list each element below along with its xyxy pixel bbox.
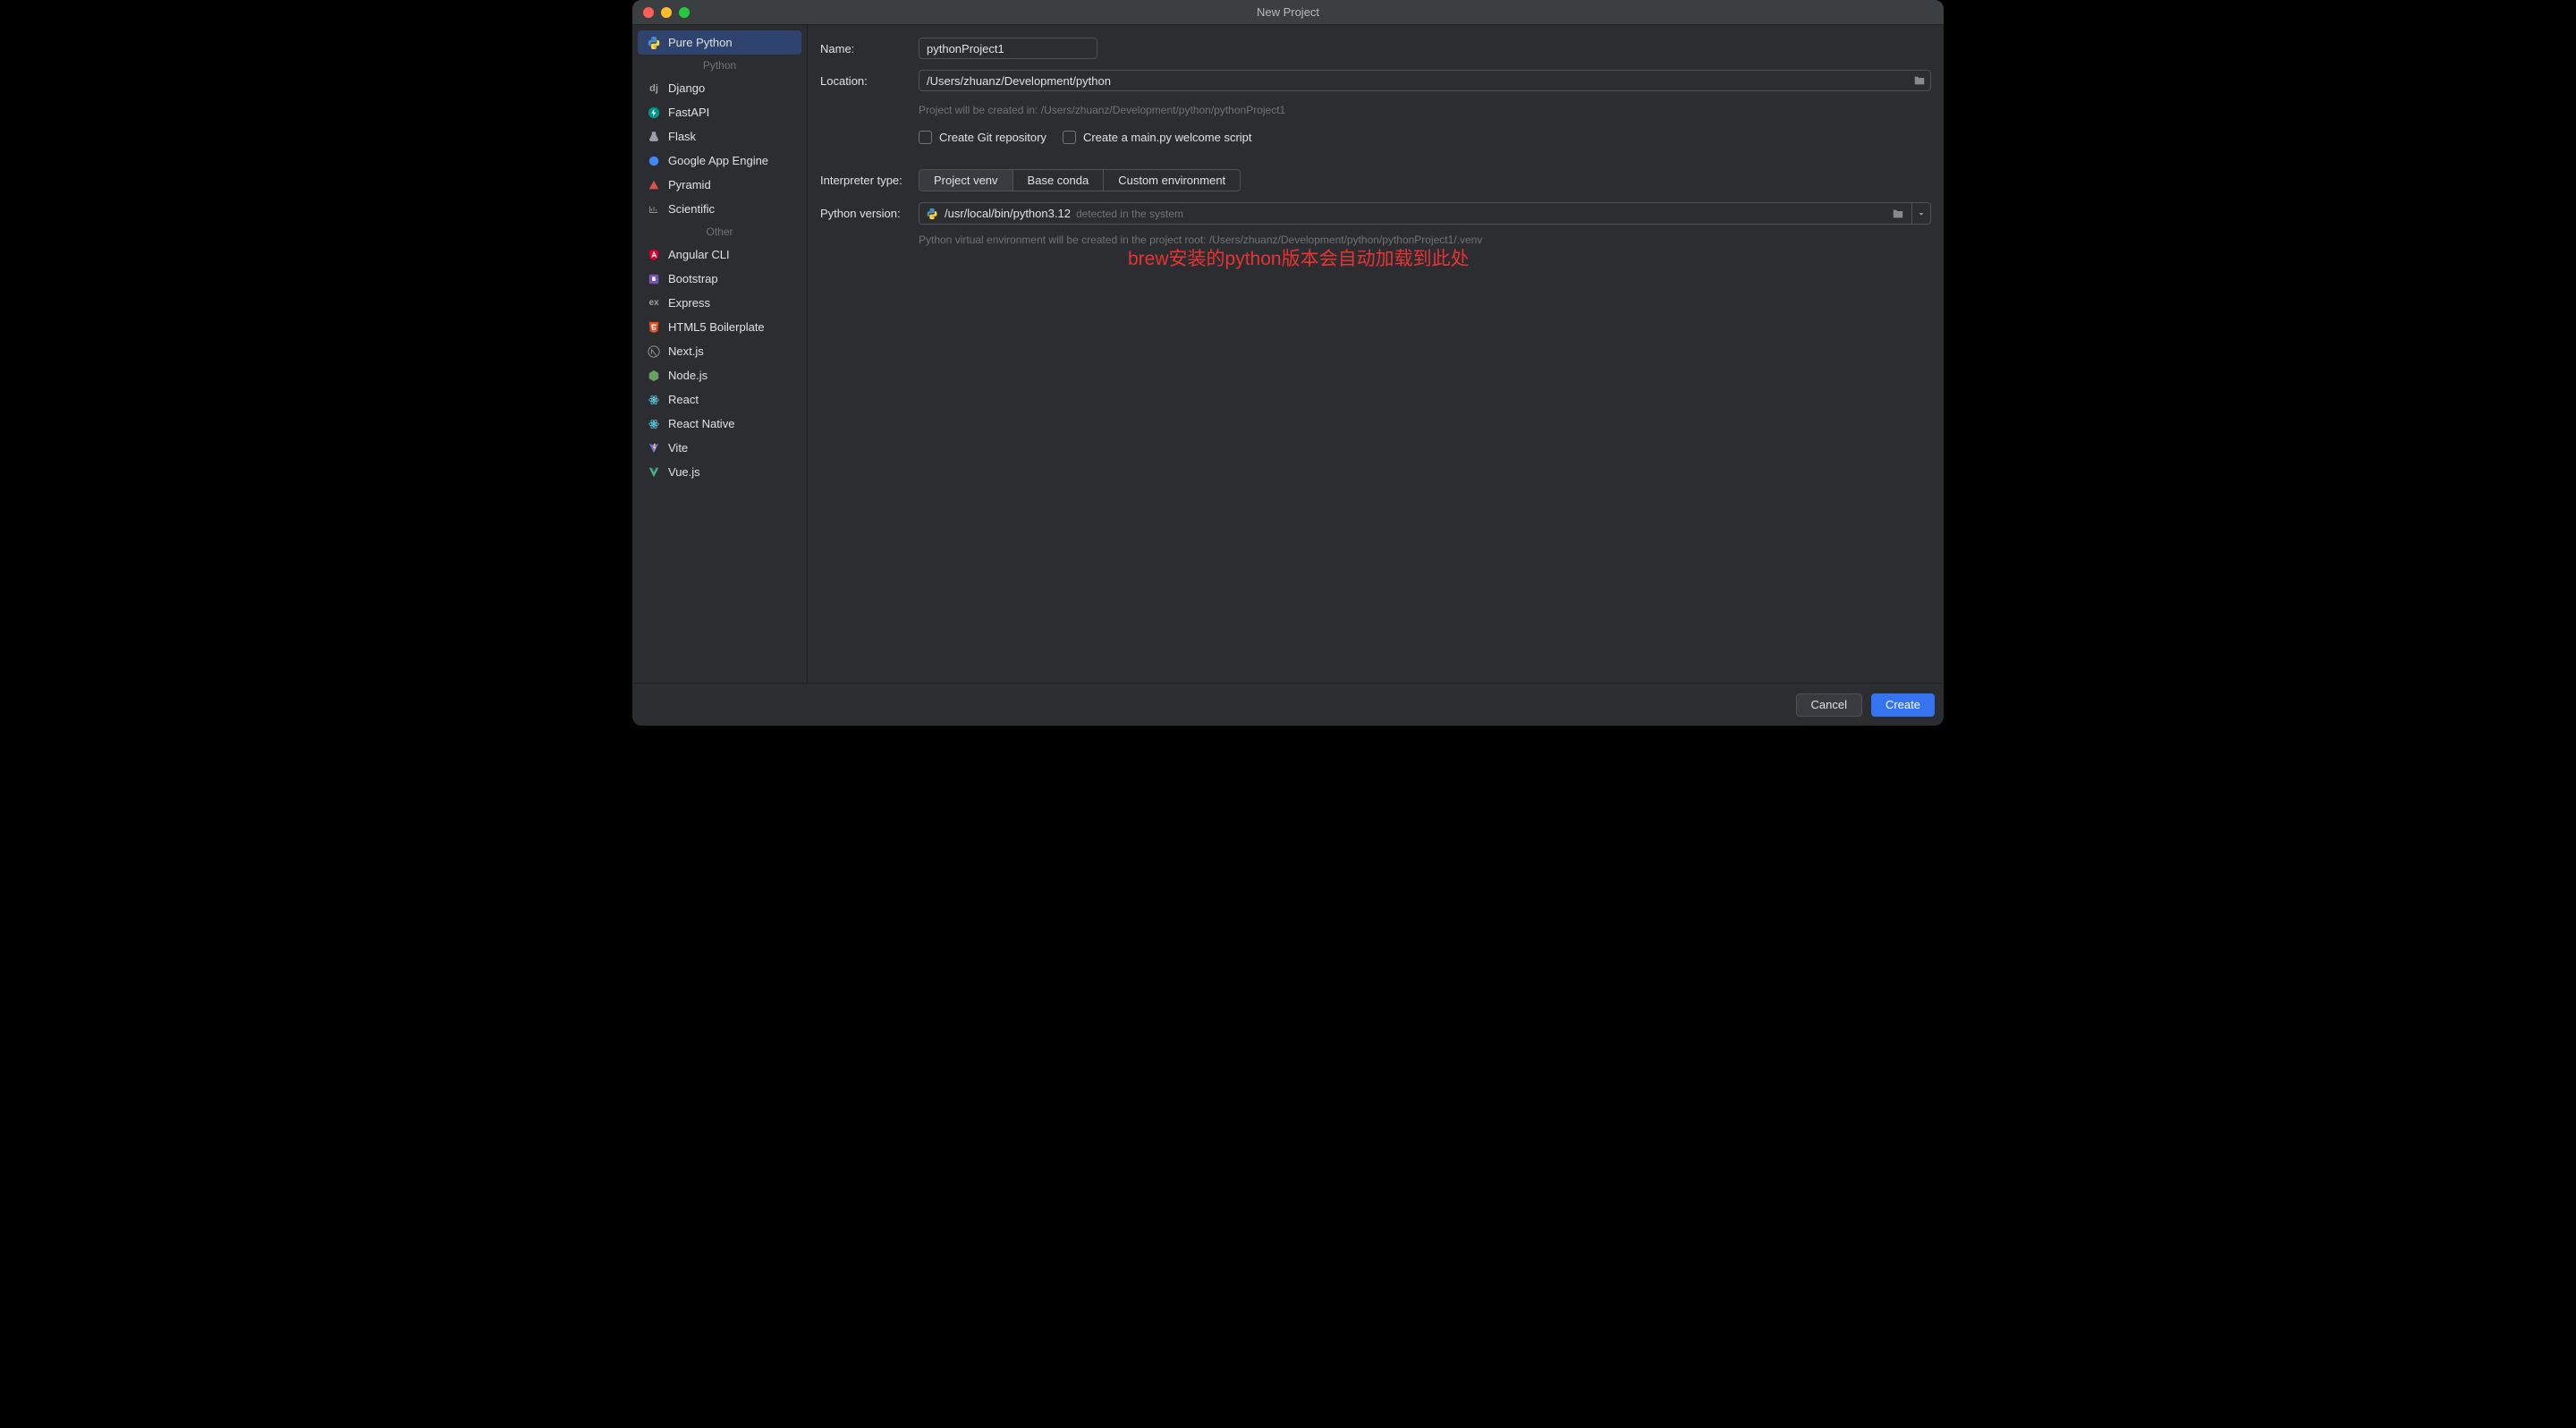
sidebar-item-nodejs[interactable]: Node.js [638, 363, 801, 387]
sidebar-item-label: Bootstrap [668, 272, 718, 285]
interpreter-label: Interpreter type: [820, 174, 919, 187]
window-title: New Project [632, 5, 1944, 19]
sidebar-item-label: FastAPI [668, 106, 709, 119]
dialog-body: Pure Python Python dj Django FastAPI Fla… [632, 25, 1944, 683]
flask-icon [647, 130, 661, 144]
sidebar-item-label: Django [668, 81, 705, 95]
sidebar-item-html5[interactable]: HTML5 Boilerplate [638, 315, 801, 339]
browse-location-button[interactable] [1911, 72, 1928, 89]
sidebar-item-bootstrap[interactable]: Bootstrap [638, 267, 801, 291]
git-checkbox-item[interactable]: Create Git repository [919, 131, 1046, 144]
sidebar-item-fastapi[interactable]: FastAPI [638, 100, 801, 124]
sidebar-item-react[interactable]: React [638, 387, 801, 412]
sidebar-item-vuejs[interactable]: Vue.js [638, 460, 801, 484]
sidebar-item-django[interactable]: dj Django [638, 76, 801, 100]
sidebar-header-python: Python [632, 55, 807, 76]
sidebar-item-label: HTML5 Boilerplate [668, 320, 765, 334]
gae-icon [647, 154, 661, 168]
sidebar-item-label: Vue.js [668, 465, 700, 479]
git-checkbox[interactable] [919, 131, 932, 144]
sidebar-item-react-native[interactable]: React Native [638, 412, 801, 436]
sidebar-item-angular[interactable]: Angular CLI [638, 242, 801, 267]
sidebar-item-label: Node.js [668, 369, 708, 382]
sidebar-item-flask[interactable]: Flask [638, 124, 801, 149]
sidebar-item-express[interactable]: ex Express [638, 291, 801, 315]
django-icon: dj [647, 81, 661, 96]
pyramid-icon [647, 178, 661, 192]
sidebar-item-label: React Native [668, 417, 734, 430]
python-version-dropdown[interactable] [1911, 202, 1931, 225]
python-icon [647, 36, 661, 50]
react-icon [647, 393, 661, 407]
git-checkbox-label: Create Git repository [939, 131, 1046, 144]
interpreter-type-segmented: Project venv Base conda Custom environme… [919, 169, 1241, 191]
html5-icon [647, 320, 661, 335]
sidebar-item-label: Google App Engine [668, 154, 768, 167]
version-detected-hint: detected in the system [1076, 208, 1183, 220]
python-icon [925, 207, 939, 221]
sidebar-item-label: Angular CLI [668, 248, 730, 261]
project-type-sidebar: Pure Python Python dj Django FastAPI Fla… [632, 25, 808, 683]
sidebar-item-scientific[interactable]: Scientific [638, 197, 801, 221]
version-path: /usr/local/bin/python3.12 [945, 207, 1071, 220]
sidebar-item-label: Pyramid [668, 178, 711, 191]
seg-project-venv[interactable]: Project venv [919, 170, 1013, 191]
fastapi-icon [647, 106, 661, 120]
sidebar-item-label: Next.js [668, 344, 704, 358]
dialog-footer: Cancel Create [632, 683, 1944, 726]
scientific-icon [647, 202, 661, 217]
sidebar-item-label: React [668, 393, 699, 406]
mainpy-checkbox-item[interactable]: Create a main.py welcome script [1063, 131, 1252, 144]
seg-base-conda[interactable]: Base conda [1013, 170, 1105, 191]
sidebar-item-gae[interactable]: Google App Engine [638, 149, 801, 173]
vuejs-icon [647, 465, 661, 480]
version-label: Python version: [820, 207, 919, 220]
location-label: Location: [820, 74, 919, 88]
main-panel: Name: Location: Project will be created … [808, 25, 1944, 683]
sidebar-item-vite[interactable]: Vite [638, 436, 801, 460]
express-icon: ex [647, 296, 661, 310]
sidebar-item-label: Express [668, 296, 710, 310]
sidebar-item-label: Vite [668, 441, 688, 455]
mainpy-checkbox[interactable] [1063, 131, 1076, 144]
cancel-button[interactable]: Cancel [1796, 693, 1862, 717]
sidebar-header-other: Other [632, 221, 807, 242]
python-version-field[interactable]: /usr/local/bin/python3.12 detected in th… [919, 202, 1911, 225]
location-input[interactable] [919, 70, 1931, 91]
bootstrap-icon [647, 272, 661, 286]
path-hint-row: Project will be created in: /Users/zhuan… [919, 102, 1931, 118]
angular-icon [647, 248, 661, 262]
sidebar-item-pyramid[interactable]: Pyramid [638, 173, 801, 197]
titlebar: New Project [632, 0, 1944, 25]
browse-python-button[interactable] [1890, 206, 1906, 222]
python-version-row: Python version: /usr/local/bin/python3.1… [820, 202, 1931, 225]
interpreter-row: Interpreter type: Project venv Base cond… [820, 169, 1931, 191]
mainpy-checkbox-label: Create a main.py welcome script [1083, 131, 1252, 144]
annotation-text: brew安装的python版本会自动加载到此处 [1128, 244, 1931, 271]
sidebar-item-nextjs[interactable]: Next.js [638, 339, 801, 363]
checkbox-row: Create Git repository Create a main.py w… [919, 131, 1931, 144]
sidebar-item-pure-python[interactable]: Pure Python [638, 30, 801, 55]
name-row: Name: [820, 38, 1931, 59]
name-label: Name: [820, 42, 919, 55]
sidebar-item-label: Pure Python [668, 36, 733, 49]
create-button[interactable]: Create [1871, 693, 1935, 717]
nextjs-icon [647, 344, 661, 359]
new-project-dialog: New Project Pure Python Python dj Django… [632, 0, 1944, 726]
vite-icon [647, 441, 661, 455]
name-input[interactable] [919, 38, 1097, 59]
location-row: Location: [820, 70, 1931, 91]
sidebar-item-label: Scientific [668, 202, 715, 216]
path-hint: Project will be created in: /Users/zhuan… [919, 104, 1285, 116]
sidebar-item-label: Flask [668, 130, 696, 143]
seg-custom-env[interactable]: Custom environment [1104, 170, 1240, 191]
react-native-icon [647, 417, 661, 431]
nodejs-icon [647, 369, 661, 383]
